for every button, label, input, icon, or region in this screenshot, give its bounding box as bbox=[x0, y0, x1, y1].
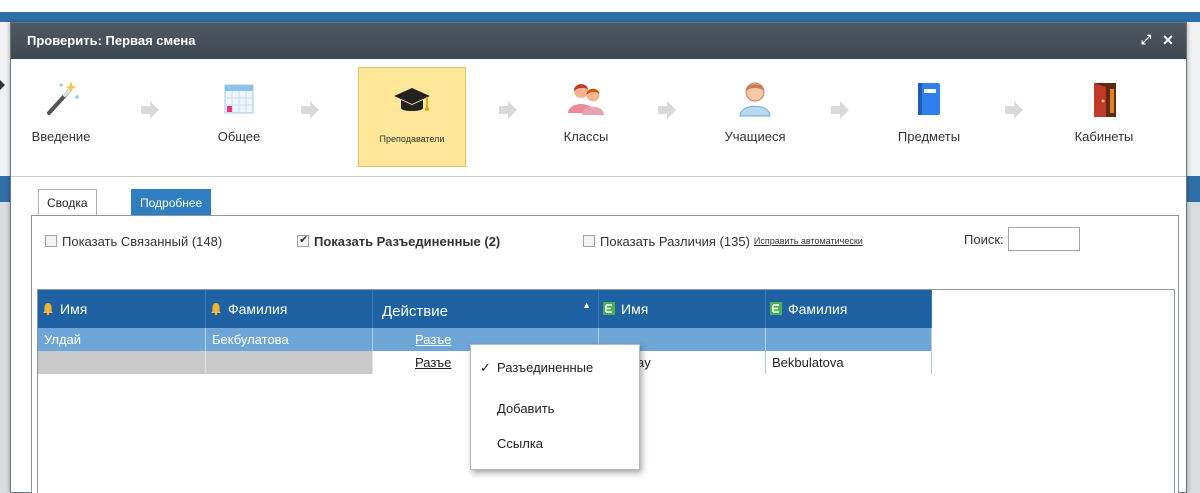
show-unlinked-checkbox[interactable] bbox=[297, 233, 309, 247]
table-cell[interactable]: Улдай bbox=[38, 328, 206, 351]
table-cell[interactable] bbox=[766, 328, 932, 351]
menu-item-label: Ссылка bbox=[497, 436, 544, 451]
menu-item-unlinked[interactable]: ✓ Разъединенные bbox=[471, 353, 639, 383]
step-subjects[interactable]: Предметы bbox=[889, 67, 969, 167]
arrow-right-icon bbox=[301, 101, 319, 119]
tab-summary[interactable]: Сводка bbox=[38, 189, 97, 215]
arrow-right-icon bbox=[1005, 101, 1023, 119]
app-edge-arrow-icon bbox=[0, 80, 5, 90]
action-link-text[interactable]: Разъе bbox=[415, 332, 451, 347]
arrow-right-icon bbox=[499, 101, 517, 119]
table-cell[interactable]: Бекбулатова bbox=[206, 328, 373, 351]
graduation-cap-icon bbox=[394, 88, 430, 111]
action-link-text[interactable]: Разъе bbox=[415, 355, 451, 370]
app-header-bar bbox=[0, 12, 1200, 22]
step-classes[interactable]: Классы bbox=[546, 67, 626, 167]
step-label: Общее bbox=[217, 129, 261, 144]
show-diff-label: Показать Различия (135) bbox=[600, 233, 750, 249]
show-linked-label: Показать Связанный (148) bbox=[62, 233, 223, 249]
column-header-ext-first-name[interactable]: Имя bbox=[599, 290, 766, 328]
show-diff-checkbox[interactable] bbox=[583, 235, 595, 247]
show-diff-option[interactable]: Показать Различия (135) Исправить автома… bbox=[583, 232, 863, 250]
menu-item-label: Разъединенные bbox=[497, 360, 594, 375]
column-header-label: Фамилия bbox=[788, 301, 848, 317]
screen: Проверить: Первая смена ⤢ ✕ Введение Общ… bbox=[0, 0, 1200, 493]
dialog-titlebar[interactable]: Проверить: Первая смена ⤢ ✕ bbox=[11, 23, 1186, 59]
book-icon bbox=[918, 83, 940, 115]
magic-wand-icon bbox=[47, 81, 79, 115]
step-teachers[interactable]: Преподаватели bbox=[358, 67, 466, 167]
step-label: Введение bbox=[31, 129, 91, 144]
action-context-menu: ✓ Разъединенные Добавить Ссылка bbox=[470, 344, 640, 470]
column-header-label: Фамилия bbox=[228, 301, 288, 317]
column-header-ext-last-name[interactable]: Фамилия bbox=[766, 290, 932, 328]
expand-icon[interactable]: ⤢ bbox=[1138, 32, 1154, 48]
menu-item-label: Добавить bbox=[497, 401, 555, 416]
arrow-right-icon bbox=[141, 101, 159, 119]
fix-automatically-link[interactable]: Исправить автоматически bbox=[754, 236, 863, 246]
show-linked-checkbox[interactable] bbox=[45, 235, 57, 247]
menu-item-add[interactable]: Добавить bbox=[471, 394, 639, 424]
search-input[interactable] bbox=[1008, 227, 1080, 251]
show-linked-option[interactable]: Показать Связанный (148) bbox=[45, 232, 222, 250]
table-cell[interactable] bbox=[38, 351, 206, 374]
door-icon bbox=[1094, 83, 1116, 117]
search-label: Поиск: bbox=[964, 232, 1004, 247]
step-label: Учащиеся bbox=[724, 129, 786, 144]
app-top-band bbox=[0, 0, 1200, 12]
step-students[interactable]: Учащиеся bbox=[715, 67, 795, 167]
arrow-right-icon bbox=[831, 101, 849, 119]
excel-icon bbox=[603, 302, 615, 315]
column-header-label: Имя bbox=[60, 301, 88, 317]
step-rooms[interactable]: Кабинеты bbox=[1059, 67, 1149, 167]
step-label: Классы bbox=[563, 129, 609, 144]
column-header-label: Действие bbox=[382, 303, 448, 320]
show-unlinked-option[interactable]: Показать Разъединенные (2) bbox=[297, 232, 500, 250]
step-general[interactable]: Общее bbox=[199, 67, 279, 167]
step-introduction[interactable]: Введение bbox=[21, 67, 101, 167]
table-cell[interactable]: Bekbulatova bbox=[766, 351, 932, 374]
column-header-first-name[interactable]: Имя bbox=[38, 290, 206, 328]
menu-item-link[interactable]: Ссылка bbox=[471, 429, 639, 459]
arrow-right-icon bbox=[658, 101, 676, 119]
column-header-label: Имя bbox=[621, 301, 649, 317]
tab-details[interactable]: Подробнее bbox=[131, 189, 212, 215]
step-label: Кабинеты bbox=[1074, 129, 1134, 144]
calendar-grid-icon bbox=[224, 84, 254, 114]
dialog-title: Проверить: Первая смена bbox=[27, 33, 196, 48]
column-header-last-name[interactable]: Фамилия bbox=[206, 290, 373, 328]
sort-ascending-icon[interactable]: ▲ bbox=[582, 300, 591, 310]
group-icon bbox=[568, 84, 604, 115]
show-unlinked-label: Показать Разъединенные (2) bbox=[314, 233, 501, 249]
excel-icon bbox=[770, 302, 782, 315]
bell-icon bbox=[211, 303, 221, 315]
close-icon[interactable]: ✕ bbox=[1160, 32, 1176, 48]
column-header-action[interactable]: Действие ▲ bbox=[373, 290, 599, 328]
step-label: Предметы bbox=[897, 129, 961, 144]
person-icon bbox=[739, 82, 771, 117]
table-cell[interactable] bbox=[206, 351, 373, 374]
checkmark-icon: ✓ bbox=[480, 360, 491, 375]
bell-icon bbox=[43, 303, 53, 315]
wizard-steps: Введение Общее Преподаватели Классы Учащ… bbox=[11, 59, 1186, 177]
step-label: Преподаватели bbox=[379, 134, 445, 144]
